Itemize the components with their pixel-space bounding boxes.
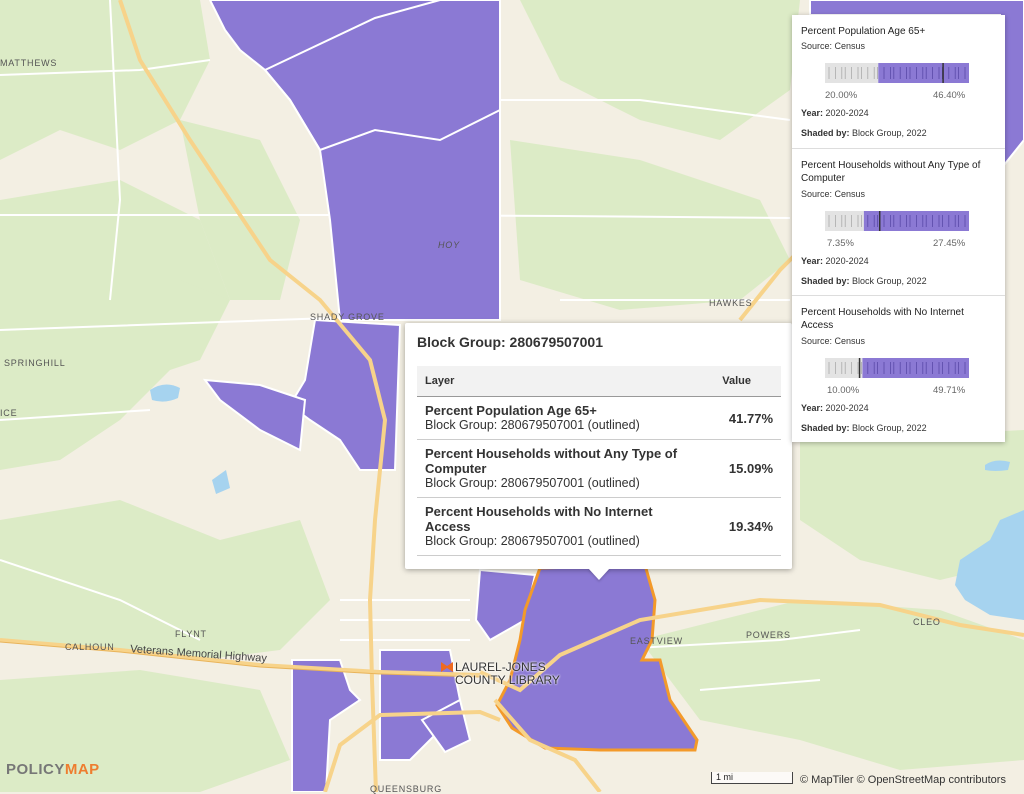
place-label-powers: POWERS [746, 630, 791, 640]
place-label-hawkes: HAWKES [709, 298, 753, 308]
col-header-value: Value [705, 366, 781, 397]
legend-source: Source: Census [801, 41, 866, 51]
place-label-flynt: FLYNT [175, 629, 207, 639]
legend-shaded-value: Block Group, 2022 [852, 276, 927, 286]
place-label-cleo: CLEO [913, 617, 941, 627]
legend-shaded-range [862, 358, 969, 378]
place-label-shady-grove: SHADY GROVE [310, 312, 385, 322]
row-layer-name: Percent Households with No Internet Acce… [425, 504, 653, 534]
row-value: 15.09% [705, 439, 781, 498]
place-label-eastview: EASTVIEW [630, 636, 683, 646]
legend-year-value: 2020-2024 [825, 256, 869, 266]
legend-max: 49.71% [933, 385, 966, 396]
library-label-line2: COUNTY LIBRARY [455, 673, 560, 687]
legend-shaded-by: Shaded by: Block Group, 2022 [801, 128, 927, 138]
legend-histogram-bar [825, 211, 969, 231]
legend-section-age65: Percent Population Age 65+ Source: Censu… [792, 15, 1005, 149]
row-layer-name: Percent Households without Any Type of C… [425, 446, 678, 476]
legend-year: Year: 2020-2024 [801, 403, 869, 413]
legend-source: Source: Census [801, 336, 866, 346]
legend-title: Percent Households with No Internet Acce… [801, 307, 964, 331]
row-value: 19.34% [705, 497, 781, 556]
legend-year-label: Year: [801, 256, 824, 266]
legend-shaded-by: Shaded by: Block Group, 2022 [801, 423, 927, 433]
legend-min: 10.00% [827, 385, 860, 396]
place-label-queensburg: QUEENSBURG [370, 784, 443, 794]
place-label-calhoun: CALHOUN [65, 642, 115, 652]
row-layer-sub: Block Group: 280679507001 (outlined) [425, 418, 640, 432]
legend-min: 20.00% [825, 90, 858, 101]
policymap-logo[interactable]: POLICYMAP [6, 761, 100, 778]
legend-title: Percent Households without Any Type of C… [801, 160, 981, 184]
legend-section-no-internet: Percent Households with No Internet Acce… [792, 296, 1005, 442]
legend-shaded-label: Shaded by: [801, 276, 850, 286]
place-label-springhill: SPRINGHILL [4, 358, 66, 368]
place-label-hoy: HOY [438, 240, 460, 250]
legend-source: Source: Census [801, 189, 866, 199]
popup-pointer [588, 568, 610, 580]
row-value: 41.77% [705, 396, 781, 440]
legend-year: Year: 2020-2024 [801, 256, 869, 266]
map-attribution[interactable]: © MapTiler © OpenStreetMap contributors [800, 774, 1006, 786]
legend-section-no-computer: Percent Households without Any Type of C… [792, 149, 1005, 296]
legend-max: 27.45% [933, 238, 966, 249]
legend-shaded-value: Block Group, 2022 [852, 128, 927, 138]
library-marker-icon[interactable] [441, 661, 453, 673]
legend-unshaded-range [825, 358, 863, 378]
legend-shaded-label: Shaded by: [801, 423, 850, 433]
info-popup: Block Group: 280679507001 Layer Value Pe… [405, 323, 792, 569]
legend-max: 46.40% [933, 90, 966, 101]
legend-year-value: 2020-2024 [825, 108, 869, 118]
legend-year-label: Year: [801, 403, 824, 413]
legend-shaded-value: Block Group, 2022 [852, 423, 927, 433]
legend-min: 7.35% [827, 238, 854, 249]
legend-histogram-bar [825, 358, 969, 378]
legend-histogram-bar [825, 63, 969, 83]
popup-title: Block Group: 280679507001 [417, 334, 603, 350]
legend-year: Year: 2020-2024 [801, 108, 869, 118]
place-label-ice: ICE [0, 408, 18, 418]
legend-title: Percent Population Age 65+ [801, 26, 926, 37]
row-layer-sub: Block Group: 280679507001 (outlined) [425, 476, 640, 490]
legend-shaded-label: Shaded by: [801, 128, 850, 138]
legend-year-label: Year: [801, 108, 824, 118]
legend-panel: Percent Population Age 65+ Source: Censu… [792, 15, 1005, 442]
col-header-layer: Layer [417, 366, 705, 397]
table-row: Percent Households without Any Type of C… [417, 439, 781, 498]
table-row: Percent Population Age 65+ Block Group: 2… [417, 396, 781, 440]
popup-table: Layer Value Percent Population Age 65+ Bl… [417, 366, 781, 556]
row-layer-name: Percent Population Age 65+ [425, 403, 597, 418]
legend-shaded-by: Shaded by: Block Group, 2022 [801, 276, 927, 286]
library-label[interactable]: LAUREL-JONES COUNTY LIBRARY [455, 661, 560, 687]
table-row: Percent Households with No Internet Acce… [417, 497, 781, 556]
place-label-matthews: MATTHEWS [0, 58, 58, 68]
legend-year-value: 2020-2024 [825, 403, 869, 413]
map-scale-bar: 1 mi [711, 772, 793, 784]
row-layer-sub: Block Group: 280679507001 (outlined) [425, 534, 640, 548]
